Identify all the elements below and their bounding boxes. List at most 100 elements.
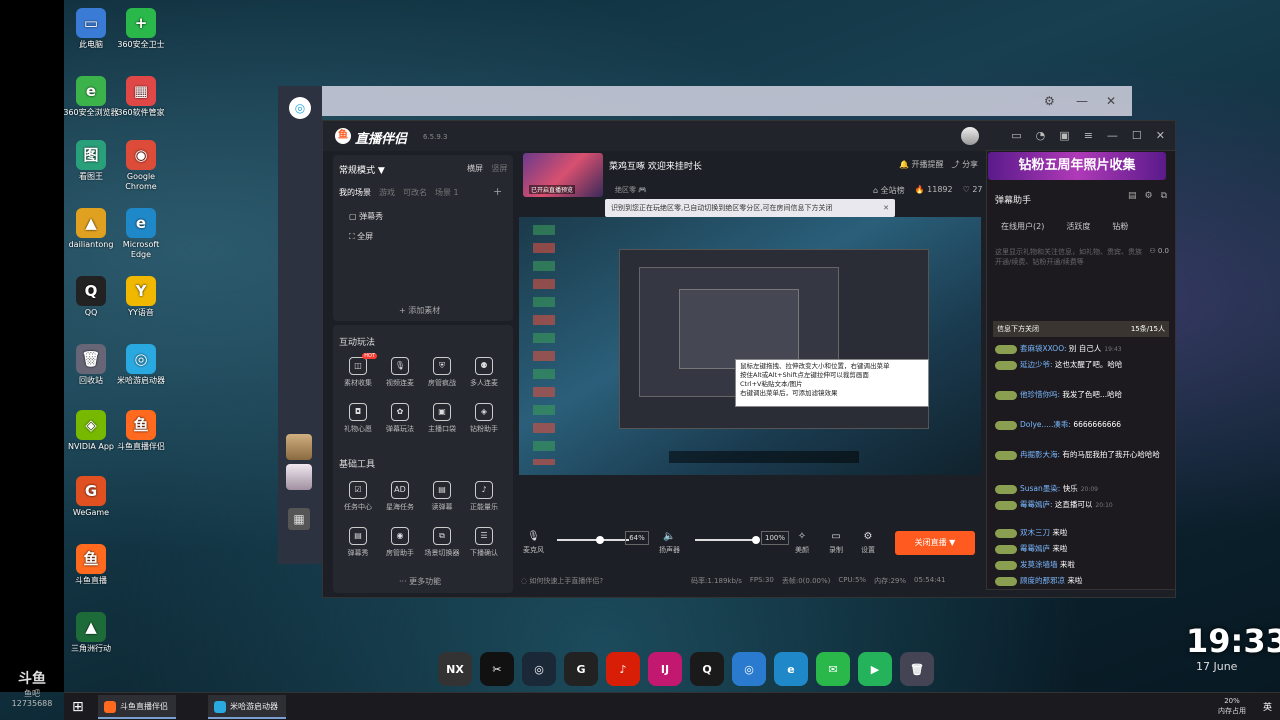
recycle-bin-icon[interactable]: 🗑	[900, 652, 934, 686]
capcut-icon[interactable]: ✂	[480, 652, 514, 686]
tool-interactive_tools-4[interactable]: ◘ 礼物心愿	[339, 403, 377, 434]
mihoyo-icon[interactable]: ◎	[732, 652, 766, 686]
mic-volume-value[interactable]: 64%	[625, 531, 649, 545]
steam-icon[interactable]: ◎	[522, 652, 556, 686]
desktop-icon-15[interactable]: 鱼斗鱼直播	[62, 544, 120, 586]
danmu-message[interactable]: Susan墨染: 快乐 20:09	[995, 483, 1171, 496]
maximize-icon[interactable]: ☐	[1132, 129, 1142, 142]
tab-diamond-fans[interactable]: 钻粉	[1112, 221, 1128, 232]
tool-interactive_tools-1[interactable]: 🎙 视频连麦	[381, 357, 419, 388]
danmu-user[interactable]: 顾度的那邪凉	[1020, 576, 1065, 585]
tool-interactive_tools-6[interactable]: ▣ 主播口袋	[423, 403, 461, 434]
tab-scene-1[interactable]: 场景 1	[435, 187, 459, 198]
tab-game[interactable]: 游戏	[379, 187, 395, 198]
speaker-volume-slider[interactable]	[695, 536, 760, 544]
settings-button[interactable]: ⚙ 设置	[861, 531, 875, 555]
beauty-button[interactable]: ✧ 美颜	[795, 531, 809, 555]
desktop-icon-14[interactable]: G WeGame	[62, 476, 120, 518]
desktop-icon-16[interactable]: ▲ 三角洲行动	[62, 612, 120, 654]
live-preview[interactable]	[519, 217, 981, 475]
gift-icon[interactable]: ▣	[1059, 129, 1069, 142]
speaker-button[interactable]: 🔈 扬声器	[659, 531, 680, 555]
minimize-icon[interactable]: —	[1076, 94, 1088, 108]
taskbar-item-douyu[interactable]: 斗鱼直播伴侣	[98, 695, 176, 719]
minimize-icon[interactable]: —	[1107, 129, 1118, 142]
message-icon[interactable]: ▭	[1011, 129, 1021, 142]
add-material-button[interactable]: + 添加素材	[399, 305, 440, 316]
close-icon[interactable]: ✕	[1156, 129, 1165, 142]
danmu-user[interactable]: Dolye.....凑乖:	[1020, 420, 1071, 429]
apps-grid-icon[interactable]: ▦	[288, 508, 310, 530]
settings-icon[interactable]: ⚙	[1044, 94, 1055, 108]
tool-basic_tools-3[interactable]: ♪ 正能量乐	[465, 481, 503, 512]
tool-basic_tools-2[interactable]: ▤ 读弹幕	[423, 481, 461, 512]
desktop-icon-5[interactable]: ◉ Google Chrome	[112, 140, 170, 192]
danmu-message[interactable]: 霉霉嫣庐 来啦	[995, 543, 1171, 556]
desktop-icon-1[interactable]: +360安全卫士	[112, 8, 170, 50]
room-cover-thumbnail[interactable]: 已开启直播预览	[523, 153, 603, 197]
mic-button[interactable]: 🎙 麦克风	[523, 531, 544, 555]
tab-online-users[interactable]: 在线用户(2)	[1001, 221, 1044, 232]
danmu-user[interactable]: Susan墨染:	[1020, 484, 1060, 493]
tab-rename[interactable]: 可改名	[403, 187, 427, 198]
tool-basic_tools-0[interactable]: ☑ 任务中心	[339, 481, 377, 512]
wechat-icon[interactable]: ✉	[816, 652, 850, 686]
tool-basic_tools-4[interactable]: ▤ 弹幕秀	[339, 527, 377, 558]
desktop-icon-13[interactable]: 鱼斗鱼直播伴侣	[112, 410, 170, 452]
tool-interactive_tools-0[interactable]: ◫ HOT 素材收集	[339, 353, 377, 388]
danmu-message[interactable]: 他珍惜你吗: 我发了色吧...哈哈	[995, 389, 1171, 402]
mode-select[interactable]: 常规模式 ▼	[339, 163, 385, 176]
tool-basic_tools-7[interactable]: ☰ 下播确认	[465, 527, 503, 558]
danmu-message[interactable]: Dolye.....凑乖: 6666666666	[995, 419, 1171, 432]
account-avatar-2[interactable]	[286, 464, 312, 490]
danmu-user[interactable]: 双木三刀	[1020, 528, 1050, 537]
wegame-icon[interactable]: G	[564, 652, 598, 686]
diamond-fan-banner[interactable]: 钻粉五周年照片收集	[988, 152, 1166, 180]
user-avatar[interactable]	[961, 127, 979, 145]
headset-icon[interactable]: ◔	[1036, 129, 1046, 142]
landscape-toggle[interactable]: 横屏	[467, 164, 483, 173]
desktop-icon-7[interactable]: e Microsoft Edge	[112, 208, 170, 260]
more-functions-button[interactable]: ··· 更多功能	[399, 576, 441, 587]
danmu-user[interactable]: 延边少爷:	[1020, 360, 1053, 369]
tool-basic_tools-1[interactable]: AD 星海任务	[381, 481, 419, 512]
mic-volume-slider[interactable]	[557, 536, 629, 544]
danmu-message[interactable]: 延边少爷: 这也太醒了吧。哈哈	[995, 359, 1171, 372]
tool-interactive_tools-3[interactable]: ⚉ 多人连麦	[465, 357, 503, 388]
danmu-user[interactable]: 发莫涂墙墙	[1020, 560, 1058, 569]
tool-interactive_tools-5[interactable]: ✿ 弹幕玩法	[381, 403, 419, 434]
room-title[interactable]: 菜鸡互啄 欢迎来挂时长	[609, 159, 702, 172]
rank-button[interactable]: ⌂ 全站榜	[873, 185, 905, 196]
list-icon[interactable]: ▤	[1128, 191, 1137, 201]
menu-icon[interactable]: ≡	[1084, 129, 1093, 142]
danmu-message[interactable]: 双木三刀 来啦	[995, 527, 1171, 540]
danmu-message[interactable]: 冉掘影大海: 有的马屁我拍了我开心哈哈哈	[995, 449, 1171, 462]
memory-tray[interactable]: 20% 内存占用	[1218, 696, 1246, 716]
record-button[interactable]: ▭ 录制	[829, 531, 843, 555]
input-language[interactable]: 英	[1263, 700, 1272, 713]
danmu-user[interactable]: 他珍惜你吗:	[1020, 390, 1060, 399]
help-link[interactable]: ◌ 如何快速上手直播伴侣?	[521, 576, 603, 586]
tool-basic_tools-5[interactable]: ◉ 房管助手	[381, 527, 419, 558]
danmu-message[interactable]: 顾度的那邪凉 来啦	[995, 575, 1171, 588]
danmu-message[interactable]: 霉霉嫣庐: 这直播可以 20:10	[995, 499, 1171, 512]
tab-activity[interactable]: 活跃度	[1066, 221, 1090, 232]
taskbar-item-mihoyo[interactable]: 米哈游启动器	[208, 695, 286, 719]
portrait-toggle[interactable]: 竖屏	[492, 164, 508, 173]
windows-start-icon[interactable]: ⊞	[72, 699, 84, 715]
close-icon[interactable]: ✕	[1106, 94, 1116, 108]
scene-item-fullscreen[interactable]: ⛶ 全屏	[349, 231, 373, 242]
speaker-volume-value[interactable]: 100%	[761, 531, 789, 545]
qq-icon[interactable]: Q	[690, 652, 724, 686]
close-live-button[interactable]: 关闭直播 ▼	[895, 531, 975, 555]
nexus-icon[interactable]: NX	[438, 652, 472, 686]
player-icon[interactable]: ▶	[858, 652, 892, 686]
desktop-icon-9[interactable]: Y YY语音	[112, 276, 170, 318]
share-button[interactable]: ⤴ 分享	[952, 159, 979, 170]
jetbrains-icon[interactable]: IJ	[648, 652, 682, 686]
danmu-user[interactable]: 霉霉嫣庐	[1020, 544, 1050, 553]
netease-music-icon[interactable]: ♪	[606, 652, 640, 686]
settings-icon[interactable]: ⚙	[1144, 191, 1152, 201]
danmu-user[interactable]: 霉霉嫣庐:	[1020, 500, 1053, 509]
add-scene-icon[interactable]: +	[493, 185, 502, 198]
